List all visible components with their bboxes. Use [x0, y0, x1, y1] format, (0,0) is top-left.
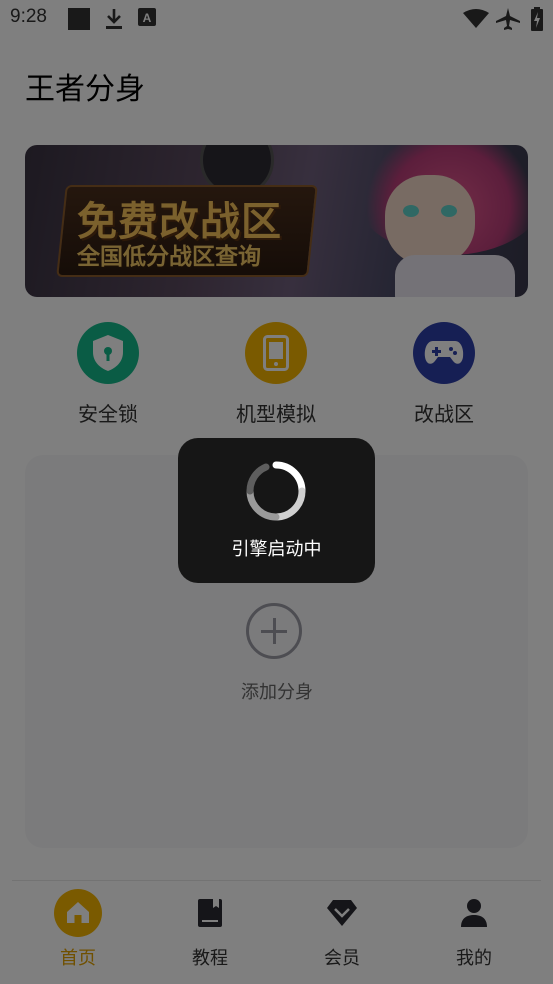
loading-dialog: 引擎启动中 [178, 438, 375, 583]
loading-text: 引擎启动中 [231, 539, 322, 560]
loading-spinner-icon [246, 461, 306, 525]
